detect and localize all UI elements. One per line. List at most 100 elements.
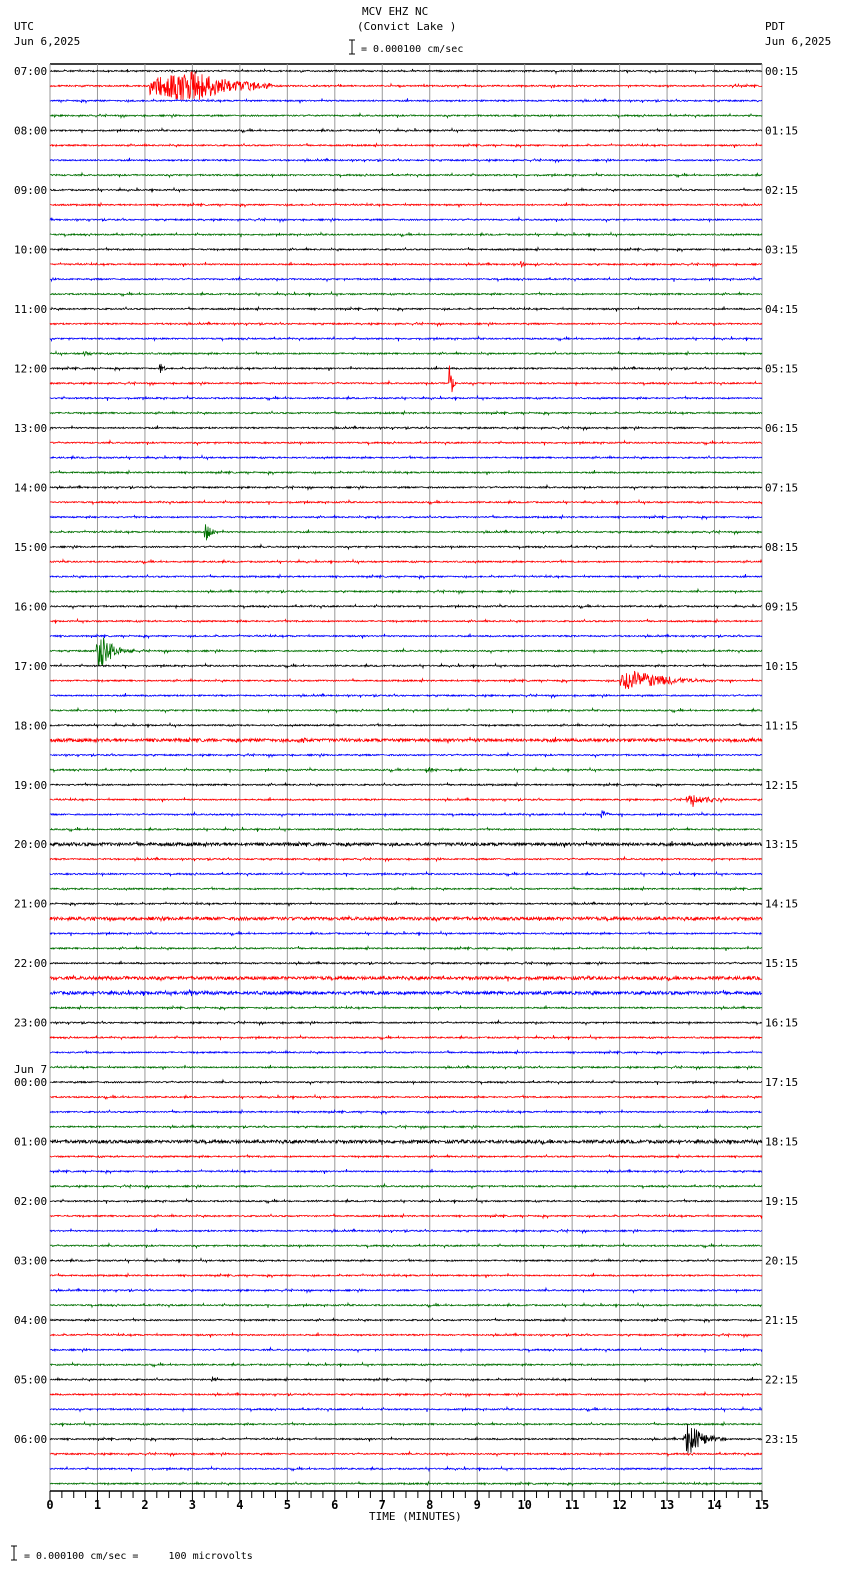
trace-61	[49, 974, 762, 982]
utc-hour-label: 09:00	[14, 184, 47, 197]
trace-24	[49, 425, 763, 432]
date-change-label: Jun 7	[14, 1063, 47, 1076]
trace-93	[49, 1450, 763, 1458]
x-tick-label: 3	[189, 1498, 196, 1512]
trace-47	[49, 766, 763, 774]
trace-16	[49, 305, 763, 312]
pdt-hour-label: 04:15	[765, 303, 798, 316]
trace-92	[49, 1423, 763, 1453]
trace-60	[49, 960, 763, 967]
trace-67	[49, 1064, 763, 1071]
pdt-label: PDT	[765, 20, 785, 33]
utc-hour-label: 03:00	[14, 1255, 47, 1268]
x-tick-label: 0	[46, 1498, 53, 1512]
trace-86	[49, 1346, 763, 1354]
trace-59	[49, 945, 762, 952]
trace-12	[49, 246, 763, 253]
trace-68	[49, 1078, 763, 1086]
pdt-hour-label: 21:15	[765, 1314, 798, 1327]
trace-58	[49, 930, 763, 937]
x-tick-label: 6	[331, 1498, 338, 1512]
helicorder-plot: MCV EHZ NC (Convict Lake ) UTC Jun 6,202…	[11, 5, 831, 1562]
trace-27	[49, 469, 763, 477]
trace-91	[49, 1420, 763, 1428]
x-tick-label: 13	[660, 1498, 674, 1512]
pdt-hour-label: 19:15	[765, 1195, 798, 1208]
utc-hour-label: 15:00	[14, 541, 47, 554]
trace-15	[49, 290, 763, 298]
footer-scale-icon	[11, 1545, 17, 1561]
pdt-hour-label: 02:15	[765, 184, 798, 197]
trace-89	[49, 1390, 763, 1399]
trace-43	[49, 706, 763, 714]
pdt-hour-label: 13:15	[765, 838, 798, 851]
pdt-hour-label: 18:15	[765, 1136, 798, 1149]
trace-0	[50, 67, 763, 75]
utc-hour-label: 06:00	[14, 1433, 47, 1446]
trace-44	[49, 721, 763, 729]
footer-scale-text: = 0.000100 cm/sec = 100 microvolts	[24, 1551, 253, 1562]
trace-70	[49, 1108, 763, 1116]
trace-8	[50, 186, 763, 193]
pdt-hour-label: 01:15	[765, 124, 798, 137]
pdt-hour-label: 11:15	[765, 719, 798, 732]
trace-50	[49, 810, 763, 819]
trace-22	[49, 394, 763, 402]
pdt-hour-label: 20:15	[765, 1255, 798, 1268]
trace-76	[49, 1197, 763, 1205]
trace-64	[49, 1019, 763, 1027]
trace-94	[49, 1465, 762, 1473]
pdt-hour-label: 16:15	[765, 1017, 798, 1030]
trace-63	[49, 1004, 763, 1011]
trace-18	[49, 335, 763, 343]
trace-37	[49, 617, 763, 625]
pdt-hour-label: 12:15	[765, 779, 798, 792]
utc-hour-label: 12:00	[14, 362, 47, 375]
trace-45	[49, 736, 763, 744]
trace-33	[49, 558, 763, 565]
utc-hour-label: 14:00	[14, 481, 47, 494]
utc-hour-label: 18:00	[14, 719, 47, 732]
trace-69	[49, 1093, 763, 1101]
pdt-hour-label: 17:15	[765, 1076, 798, 1089]
x-axis-label: TIME (MINUTES)	[369, 1510, 462, 1523]
pdt-hour-label: 07:15	[765, 481, 798, 494]
trace-29	[50, 498, 763, 506]
utc-hour-label: 01:00	[14, 1136, 47, 1149]
x-tick-label: 4	[236, 1498, 243, 1512]
trace-14	[49, 275, 763, 283]
trace-83	[49, 1301, 763, 1309]
trace-81	[49, 1272, 763, 1279]
trace-17	[49, 320, 763, 328]
trace-38	[49, 633, 763, 640]
trace-19	[49, 350, 763, 357]
utc-hour-label: 11:00	[14, 303, 47, 316]
trace-54	[49, 870, 763, 878]
trace-78	[49, 1228, 763, 1235]
pdt-hour-label: 06:15	[765, 422, 798, 435]
trace-55	[49, 885, 763, 892]
trace-5	[49, 142, 763, 149]
trace-10	[49, 216, 763, 224]
x-tick-label: 10	[517, 1498, 531, 1512]
pdt-hour-label: 05:15	[765, 362, 798, 375]
utc-hour-label: 10:00	[14, 243, 47, 256]
trace-25	[49, 439, 763, 447]
pdt-hour-label: 00:15	[765, 65, 798, 78]
trace-79	[50, 1242, 763, 1250]
trace-77	[49, 1212, 763, 1220]
trace-56	[49, 900, 763, 907]
trace-39	[49, 637, 763, 666]
utc-label: UTC	[14, 20, 34, 33]
x-tick-label: 1	[94, 1498, 101, 1512]
pdt-hour-label: 09:15	[765, 600, 798, 613]
trace-34	[49, 573, 763, 581]
trace-57	[49, 914, 763, 923]
scale-bar-icon	[349, 39, 355, 55]
pdt-hour-label: 23:15	[765, 1433, 798, 1446]
utc-hour-label: 05:00	[14, 1374, 47, 1387]
station-title: MCV EHZ NC	[362, 5, 428, 18]
trace-73	[49, 1153, 763, 1159]
utc-hour-label: 17:00	[14, 660, 47, 673]
utc-hour-label: 22:00	[14, 957, 47, 970]
